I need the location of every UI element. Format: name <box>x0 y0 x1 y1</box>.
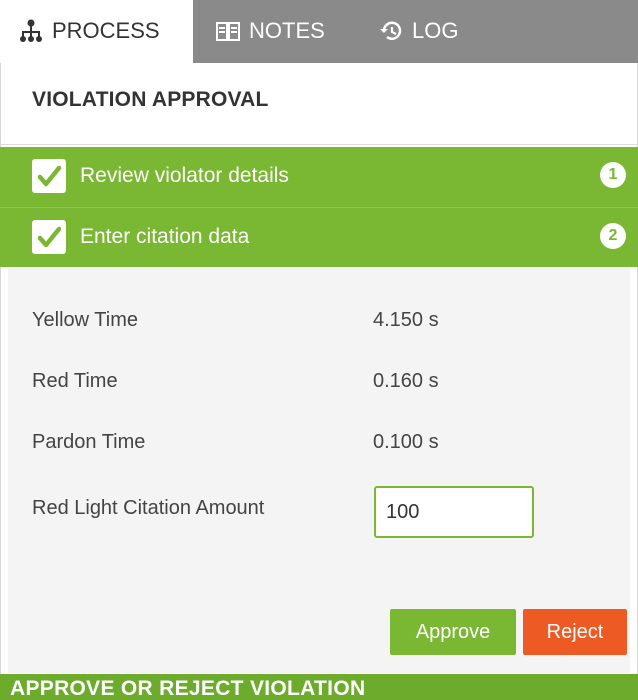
approve-button[interactable]: Approve <box>390 609 516 655</box>
step-1-number-badge: 1 <box>600 162 626 188</box>
step-2-checkbox[interactable] <box>32 220 66 254</box>
step-review-violator[interactable]: Review violator details 1 <box>0 147 638 207</box>
pardon-time-value: 0.100 s <box>373 431 439 453</box>
yellow-time-label: Yellow Time <box>32 309 138 331</box>
citation-amount-label: Red Light Citation Amount <box>32 497 265 519</box>
process-tree-icon <box>18 18 44 44</box>
tab-process[interactable]: PROCESS <box>0 0 193 63</box>
tab-log-label: LOG <box>412 18 459 43</box>
citation-amount-input[interactable] <box>374 486 534 538</box>
notes-book-icon <box>215 18 241 44</box>
pardon-time-label: Pardon Time <box>32 431 146 453</box>
footer-caption: APPROVE OR REJECT VIOLATION <box>0 674 638 700</box>
checkmark-icon <box>37 226 62 248</box>
history-log-icon <box>378 18 404 44</box>
citation-form-panel: Yellow Time 4.150 s Red Time 0.160 s Par… <box>8 267 630 673</box>
step-2-number-badge: 2 <box>600 223 626 249</box>
checkmark-icon <box>37 165 62 187</box>
red-time-label: Red Time <box>32 370 118 392</box>
tab-process-label: PROCESS <box>52 18 160 43</box>
step-2-label: Enter citation data <box>80 225 250 248</box>
step-1-checkbox[interactable] <box>32 159 66 193</box>
step-enter-citation[interactable]: Enter citation data 2 <box>0 207 638 267</box>
tab-log[interactable]: LOG <box>378 0 498 63</box>
yellow-time-value: 4.150 s <box>373 309 439 331</box>
divider <box>0 144 638 145</box>
reject-button[interactable]: Reject <box>523 609 627 655</box>
tab-notes-label: NOTES <box>249 18 325 43</box>
section-title: VIOLATION APPROVAL <box>32 88 269 111</box>
step-1-label: Review violator details <box>80 164 289 187</box>
tab-bar: PROCESS NOTES LOG <box>0 0 638 63</box>
red-time-value: 0.160 s <box>373 370 439 392</box>
tab-notes[interactable]: NOTES <box>215 0 355 63</box>
